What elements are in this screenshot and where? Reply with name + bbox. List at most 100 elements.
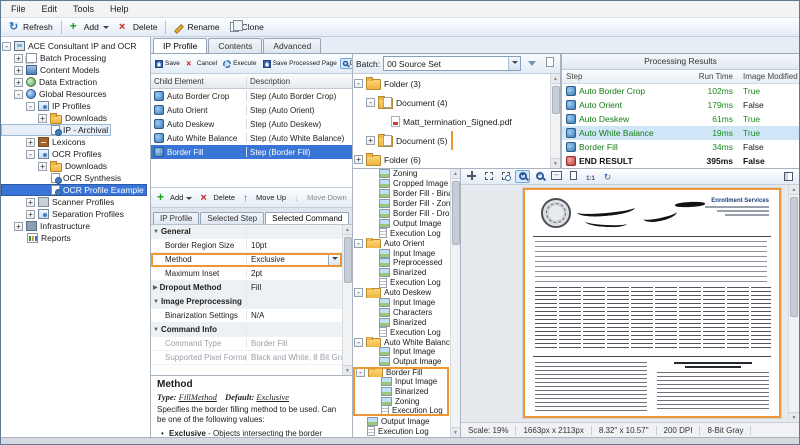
collapse-arrow-icon[interactable]: ▼ [153,327,159,333]
prop-tab-selected-step[interactable]: Selected Step [200,212,264,224]
expand-icon[interactable]: + [14,66,23,75]
tree-item[interactable]: Zoning [353,396,449,406]
tree-item[interactable]: Output Image [353,218,450,228]
scroll-down-icon[interactable] [451,427,461,437]
result-row[interactable]: Auto Orient179msFalse [562,98,799,112]
document-preview[interactable]: Enrollment Services [523,188,781,418]
scroll-thumb[interactable] [790,197,798,317]
tree-item[interactable]: Border Fill - Binarized [353,189,450,199]
move-up-button[interactable]: Move Up [239,191,290,205]
tree-item[interactable]: -Auto White Balance [353,337,450,347]
menu-item-tools[interactable]: Tools [65,2,102,16]
tree-item[interactable]: Output Image [353,416,450,426]
property-row[interactable]: ▼General [151,225,342,239]
tree-item[interactable]: Input Image [353,298,450,308]
results-column-run-time[interactable]: Run Time [687,72,739,81]
expand-icon[interactable]: + [14,222,23,231]
viewer-scrollbar[interactable] [788,185,799,422]
property-row[interactable]: Border Region Size10pt [151,239,342,253]
zoom-in-tool-button[interactable] [515,170,530,183]
tree-item[interactable]: Execution Log [353,426,450,436]
batch-filter-button[interactable] [524,56,539,72]
child-step-row[interactable]: Auto White BalanceStep (Auto White Balan… [151,131,352,145]
scroll-down-icon[interactable] [551,158,561,168]
result-row[interactable]: Auto Border Crop102msTrue [562,84,799,98]
property-row[interactable]: Supported Pixel FormatsBlack and White, … [151,351,342,365]
pan-tool-button[interactable] [464,169,479,182]
expand-icon[interactable]: + [366,136,375,145]
tab-contents[interactable]: Contents [208,38,262,53]
zoom-window-tool-button[interactable] [498,170,513,183]
node-tree-scrollbar[interactable] [450,169,460,437]
collapse-icon[interactable]: - [2,42,11,51]
child-step-row[interactable]: Auto Border CropStep (Auto Border Crop) [151,89,352,103]
delete-button[interactable]: Delete [114,20,163,34]
scroll-up-icon[interactable] [451,169,461,179]
tree-item[interactable]: -Folder (3) [353,74,550,93]
tree-item[interactable]: Border Fill - Dropout [353,209,450,219]
batch-combobox[interactable]: 00 Source Set [383,56,521,71]
child-step-row[interactable]: Auto OrientStep (Auto Orient) [151,103,352,117]
expand-icon[interactable]: + [14,78,23,87]
step-add-button[interactable]: Add [153,191,196,205]
collapse-icon[interactable]: - [354,288,363,297]
tree-item[interactable]: +Data Extraction [1,76,150,88]
collapse-icon[interactable]: - [354,338,363,347]
tree-item[interactable]: +Scanner Profiles [1,196,150,208]
clone-button[interactable]: Clone [225,20,269,34]
combobox-dropdown-button[interactable] [508,57,520,70]
collapse-icon[interactable]: - [366,98,375,107]
results-column-image-modified[interactable]: Image Modified [739,72,799,81]
property-grid-scrollbar[interactable] [342,225,352,375]
execute-button[interactable]: Execute [220,58,260,70]
select-tool-button[interactable] [481,170,496,183]
tree-item[interactable]: Execution Log [353,228,450,238]
collapse-icon[interactable]: - [26,102,35,111]
rename-button[interactable]: Rename [169,20,224,34]
tree-item[interactable]: Characters [353,307,450,317]
tree-item[interactable]: +Downloads [1,112,150,124]
tree-item[interactable]: OCR Profile Example [1,184,150,196]
expand-arrow-icon[interactable]: ▶ [153,284,158,291]
expand-icon[interactable]: + [38,114,47,123]
scroll-thumb[interactable] [344,237,352,283]
help-type-value[interactable]: FillMethod [179,392,217,402]
scroll-thumb[interactable] [552,86,560,114]
result-row[interactable]: Auto Deskew61msTrue [562,112,799,126]
expand-icon[interactable]: + [38,162,47,171]
property-row[interactable]: ▶Dropout MethodFill [151,281,342,295]
help-default-value[interactable]: Exclusive [256,392,289,402]
tree-item[interactable]: Input Image [353,347,450,357]
tree-item[interactable]: Cropped Image [353,179,450,189]
tree-item[interactable]: +Batch Processing [1,52,150,64]
child-step-row[interactable]: Border FillStep (Border Fill) [151,145,352,159]
diagnostics-mode-button[interactable]: Diagnostics Mode On [340,58,352,69]
tab-ip-profile[interactable]: IP Profile [153,38,207,53]
tree-item[interactable]: Binarized [353,317,450,327]
tree-item[interactable]: Input Image [353,248,450,258]
tree-item[interactable]: +Infrastructure [1,220,150,232]
batch-tree-scrollbar[interactable] [550,74,560,168]
save-button[interactable]: Save [152,58,183,70]
tree-item[interactable]: -Document (4) [353,93,550,112]
tree-item[interactable]: Border Fill - Zoning [353,199,450,209]
tree-item[interactable]: +Separation Profiles [1,208,150,220]
tree-item[interactable]: +Lexicons [1,136,150,148]
tree-item[interactable]: Matt_termination_Signed.pdf [353,112,550,131]
rotate-tool-button[interactable] [600,171,615,184]
tree-item[interactable]: -Global Resources [1,88,150,100]
expand-icon[interactable]: + [14,54,23,63]
child-step-row[interactable]: Auto DeskewStep (Auto Deskew) [151,117,352,131]
add-button[interactable]: Add [65,20,114,34]
scroll-down-icon[interactable] [343,365,353,375]
expand-icon[interactable]: + [26,210,35,219]
step-delete-button[interactable]: Delete [196,191,239,205]
tree-item[interactable]: Binarized [353,268,450,278]
tree-item[interactable]: -Border Fill [353,367,449,377]
collapse-icon[interactable]: - [356,368,365,376]
tree-item[interactable]: Execution Log [353,406,449,416]
property-row[interactable]: Binarization SettingsN/A [151,309,342,323]
collapse-icon[interactable]: - [26,150,35,159]
property-dropdown-button[interactable] [328,254,341,266]
batch-view-button[interactable] [542,56,557,72]
